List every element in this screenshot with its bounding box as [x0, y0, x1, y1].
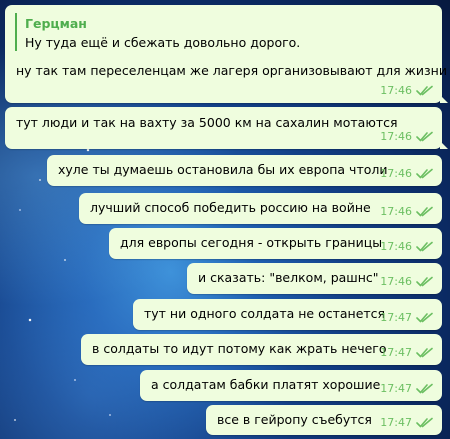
message-meta: 17:47: [380, 344, 433, 361]
double-check-icon: [416, 85, 433, 96]
outgoing-message[interactable]: все в гейропу съебутся 17:47: [206, 405, 442, 435]
message-text: хуле ты думаешь остановила бы их европа …: [58, 162, 388, 177]
reply-text: Ну туда ещё и сбежать довольно дорого.: [25, 35, 301, 50]
message-time: 17:46: [380, 130, 412, 143]
outgoing-message[interactable]: в солдаты то идут потому как жрать нечег…: [81, 334, 442, 365]
reply-author: Герцман: [25, 16, 87, 31]
message-text: в солдаты то идут потому как жрать нечег…: [92, 341, 387, 356]
message-time: 17:46: [380, 84, 412, 97]
double-check-icon: [416, 417, 433, 428]
message-text: тут ни одного солдата не останется: [144, 306, 386, 321]
double-check-icon: [416, 347, 433, 358]
message-meta: 17:46: [380, 203, 433, 220]
double-check-icon: [416, 276, 433, 287]
message-text: все в гейропу съебутся: [217, 412, 372, 427]
message-meta: 17:47: [380, 380, 433, 397]
message-meta: 17:46: [380, 238, 433, 255]
reply-quote[interactable]: Герцман Ну туда ещё и сбежать довольно д…: [15, 13, 407, 51]
outgoing-message[interactable]: хуле ты думаешь остановила бы их европа …: [47, 155, 442, 186]
bubble-tail: [440, 95, 448, 103]
outgoing-message[interactable]: лучший способ победить россию на войне 1…: [79, 193, 442, 224]
double-check-icon: [416, 241, 433, 252]
outgoing-message[interactable]: Герцман Ну туда ещё и сбежать довольно д…: [5, 5, 448, 103]
message-time: 17:47: [380, 416, 412, 429]
message-time: 17:46: [380, 205, 412, 218]
message-text: для европы сегодня - открыть границы: [120, 235, 383, 250]
chat-history[interactable]: Герцман Ну туда ещё и сбежать довольно д…: [0, 0, 450, 439]
message-time: 17:46: [380, 167, 412, 180]
message-text: ну так там переселенцам же лагеря органи…: [16, 63, 447, 78]
message-text: а солдатам бабки платят хорошие: [151, 377, 381, 392]
message-time: 17:47: [380, 346, 412, 359]
message-meta: 17:47: [380, 414, 433, 431]
message-time: 17:47: [380, 311, 412, 324]
double-check-icon: [416, 383, 433, 394]
double-check-icon: [416, 168, 433, 179]
message-time: 17:46: [380, 275, 412, 288]
message-text: тут люди и так на вахту за 5000 км на са…: [16, 115, 398, 130]
message-meta: 17:46: [380, 82, 433, 99]
message-meta: 17:47: [380, 309, 433, 326]
outgoing-message[interactable]: тут люди и так на вахту за 5000 км на са…: [5, 107, 448, 149]
message-text: лучший способ победить россию на войне: [90, 200, 371, 215]
message-time: 17:46: [380, 240, 412, 253]
bubble-tail: [440, 141, 448, 149]
message-meta: 17:46: [380, 165, 433, 182]
outgoing-message[interactable]: и сказать: "велком, рашнс" 17:46: [187, 263, 442, 294]
outgoing-message[interactable]: тут ни одного солдата не останется 17:47: [133, 299, 442, 330]
outgoing-message[interactable]: для европы сегодня - открыть границы 17:…: [109, 228, 442, 259]
message-time: 17:47: [380, 382, 412, 395]
double-check-icon: [416, 312, 433, 323]
message-meta: 17:46: [380, 128, 433, 145]
message-text: и сказать: "велком, рашнс": [198, 270, 379, 285]
double-check-icon: [416, 131, 433, 142]
message-meta: 17:46: [380, 273, 433, 290]
double-check-icon: [416, 206, 433, 217]
outgoing-message[interactable]: а солдатам бабки платят хорошие 17:47: [140, 370, 442, 401]
